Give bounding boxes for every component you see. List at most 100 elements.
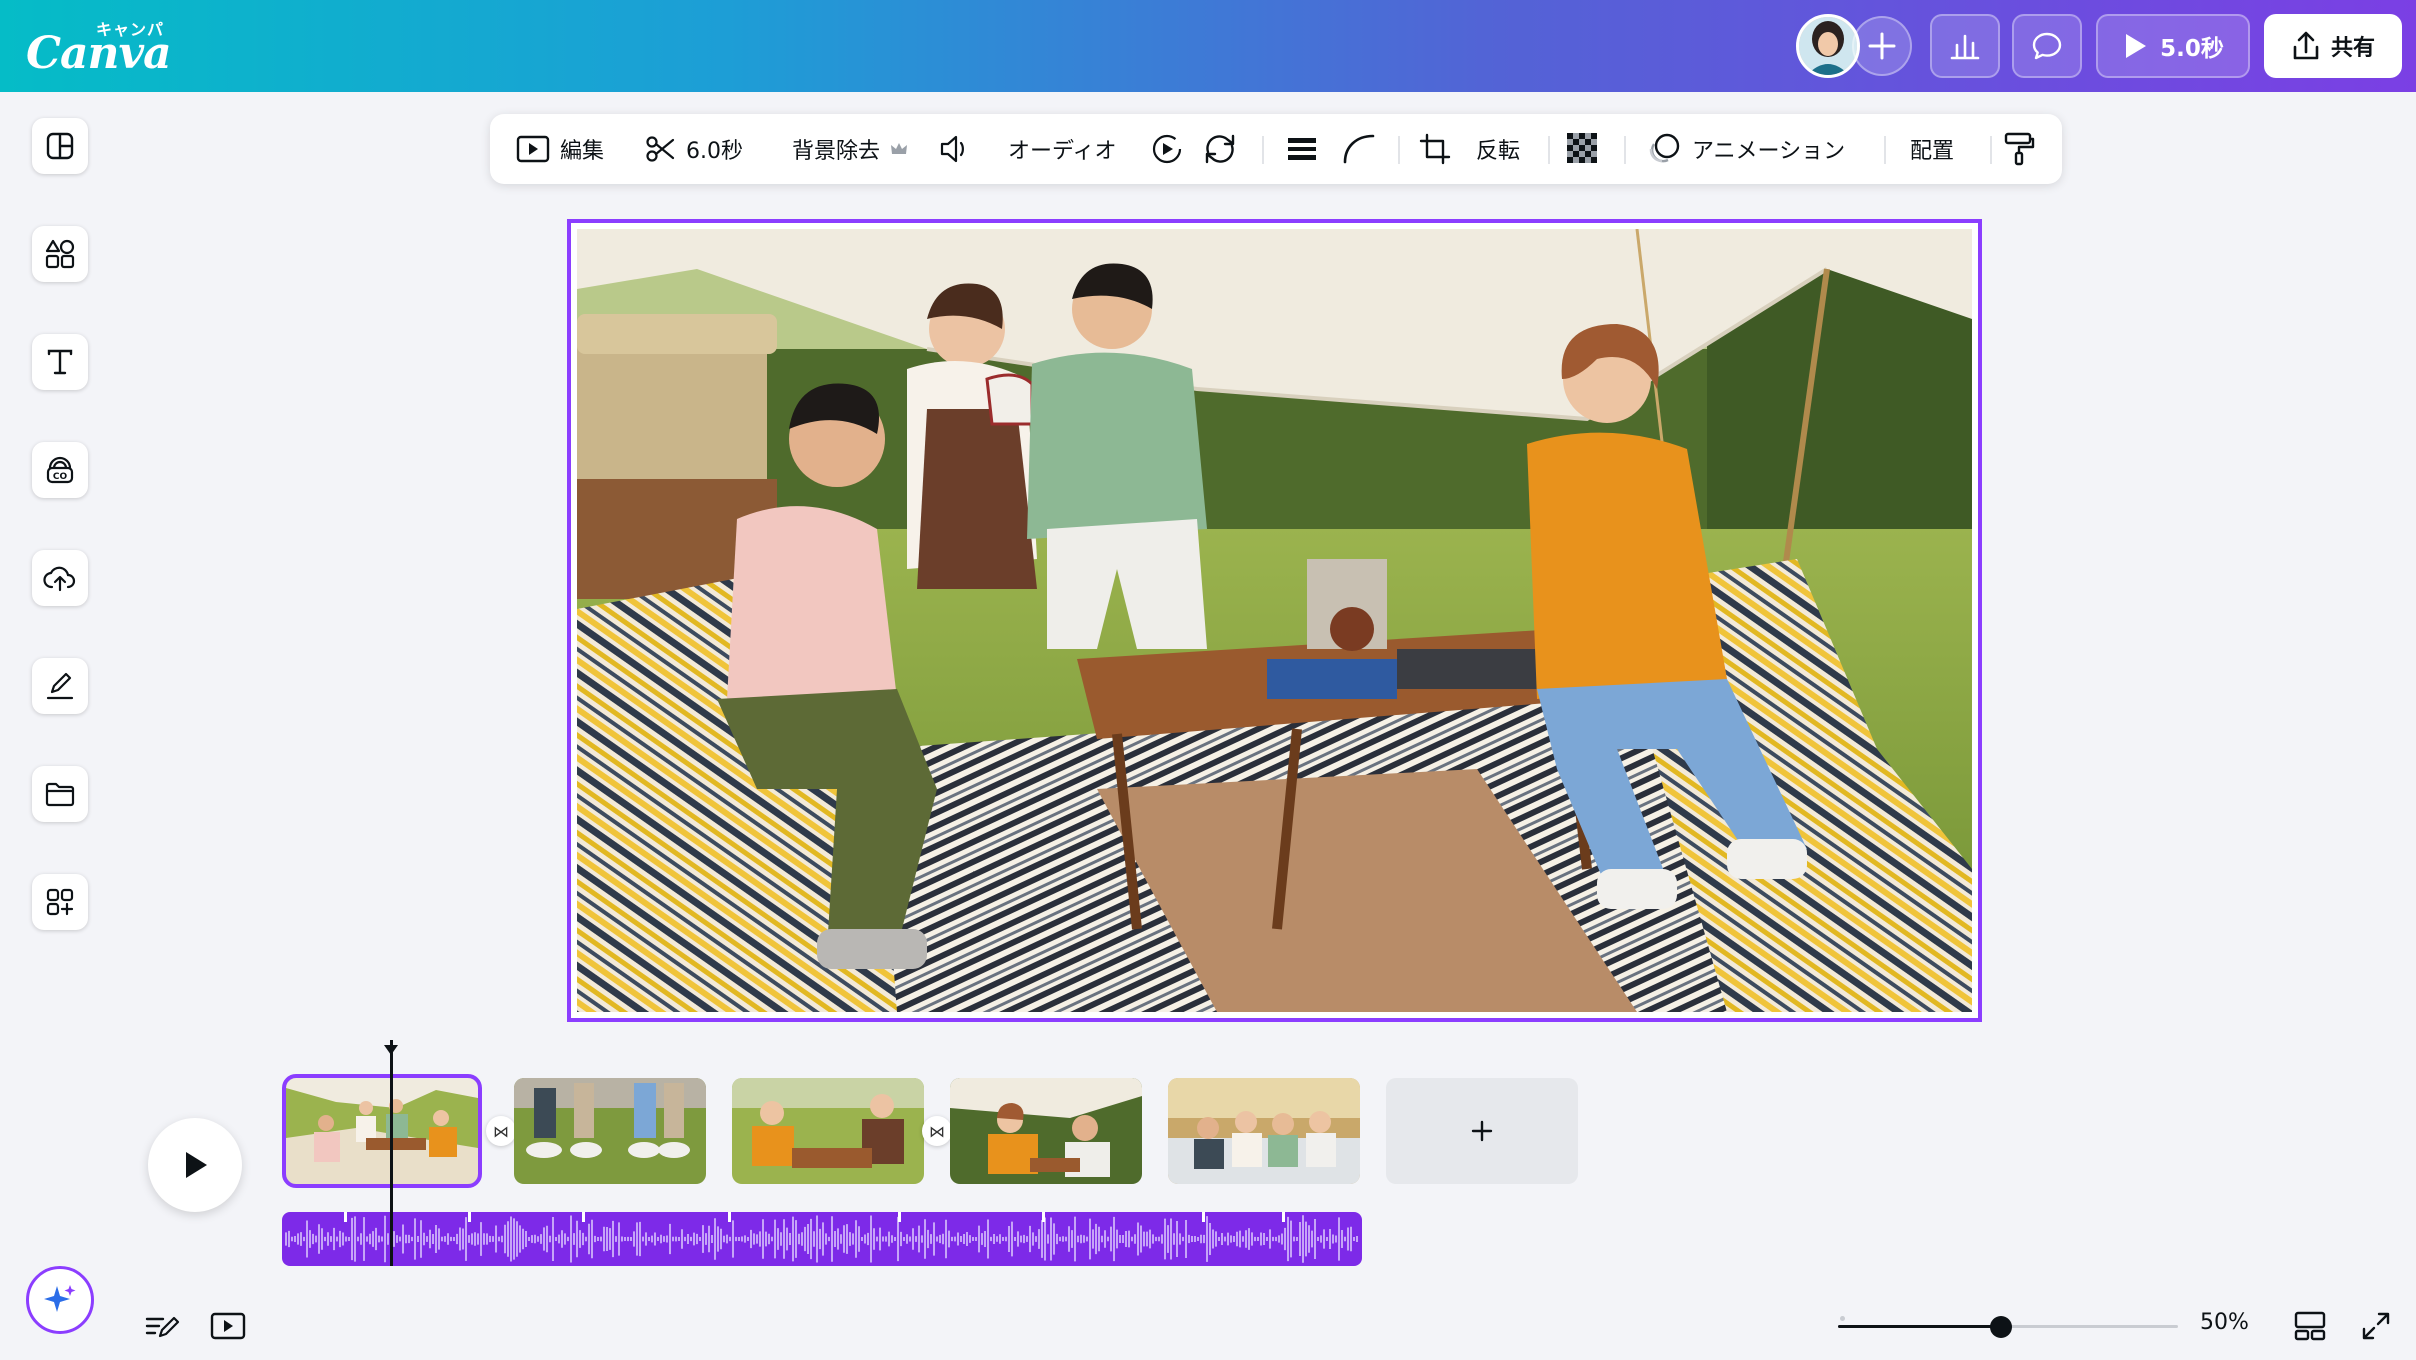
transition-button[interactable]: ⋈ <box>922 1116 952 1146</box>
animation-label: アニメーション <box>1692 139 1846 164</box>
volume-button[interactable] <box>938 114 972 184</box>
notes-pencil-icon <box>144 1311 180 1341</box>
play-duration: 5.0秒 <box>2160 36 2224 62</box>
crown-icon <box>890 141 908 157</box>
folder-icon <box>44 778 76 810</box>
grid-view-icon <box>2293 1310 2327 1342</box>
add-page-button[interactable] <box>1386 1078 1578 1184</box>
share-upload-icon <box>2291 30 2321 62</box>
share-label: 共有 <box>2330 36 2375 61</box>
loop-button[interactable] <box>1200 114 1240 184</box>
timeline-clip-3[interactable] <box>732 1078 924 1184</box>
bar-chart-icon <box>1949 31 1981 61</box>
timeline-clip-4[interactable] <box>950 1078 1142 1184</box>
video-play-icon <box>210 1311 246 1341</box>
zoom-slider-thumb[interactable] <box>1990 1316 2013 1338</box>
top-bar: Canva キャンパ 5.0秒 共有 <box>0 0 2416 92</box>
zoom-slider-min-dot <box>1840 1316 1845 1321</box>
animate-button[interactable]: アニメーション <box>1646 114 1845 184</box>
expand-icon <box>2360 1310 2392 1342</box>
toolbar-divider <box>1884 136 1886 164</box>
edit-video-button[interactable]: 編集 <box>516 114 604 184</box>
elements-icon <box>44 238 76 270</box>
crop-icon <box>1418 132 1452 166</box>
design-canvas-page[interactable] <box>567 219 1982 1022</box>
text-icon <box>44 346 76 378</box>
timeline-view-button[interactable] <box>208 1308 248 1344</box>
timeline-clip-2[interactable] <box>514 1078 706 1184</box>
position-button[interactable]: 配置 <box>1910 114 1954 184</box>
grid-view-button[interactable] <box>2290 1308 2330 1344</box>
scissors-icon <box>644 133 676 165</box>
loop-icon <box>1200 132 1240 166</box>
bowtie-transition-icon: ⋈ <box>493 1121 509 1141</box>
svg-text:CO: CO <box>53 472 68 482</box>
animation-circles-icon <box>1646 132 1682 166</box>
layout-icon <box>44 130 76 162</box>
rail-brand-button[interactable]: CO <box>32 442 88 498</box>
comment-button[interactable] <box>2012 14 2082 78</box>
play-icon <box>2122 32 2148 60</box>
timeline-clip-1[interactable] <box>282 1074 482 1188</box>
rail-layout-button[interactable] <box>32 118 88 174</box>
insights-button[interactable] <box>1930 14 2000 78</box>
corner-curve-icon <box>1342 133 1376 165</box>
position-label: 配置 <box>1910 139 1955 164</box>
trim-button[interactable]: 6.0秒 <box>644 114 743 184</box>
zoom-level[interactable]: 50% <box>2200 1310 2249 1335</box>
apps-grid-icon <box>44 886 76 918</box>
rail-projects-button[interactable] <box>32 766 88 822</box>
playback-button[interactable] <box>1150 114 1184 184</box>
flip-button[interactable]: 反転 <box>1476 114 1520 184</box>
toolbar-divider <box>1548 136 1550 164</box>
avatar[interactable] <box>1796 14 1860 78</box>
transparency-button[interactable] <box>1566 114 1600 184</box>
playhead-handle[interactable] <box>383 1044 399 1056</box>
rail-elements-button[interactable] <box>32 226 88 282</box>
camping-group-photo[interactable] <box>577 229 1972 1012</box>
speaker-icon <box>938 133 972 165</box>
comment-icon <box>2031 31 2063 61</box>
background-remover-button[interactable]: 背景除去 <box>792 114 908 184</box>
video-play-icon <box>516 134 550 164</box>
toolbar-divider <box>1624 136 1626 164</box>
timeline-play-button[interactable] <box>148 1118 242 1212</box>
transition-button[interactable]: ⋈ <box>486 1116 516 1146</box>
rail-uploads-button[interactable] <box>32 550 88 606</box>
border-style-button[interactable] <box>1286 114 1318 184</box>
playback-circle-icon <box>1150 132 1184 166</box>
duration-label: 6.0秒 <box>686 139 743 164</box>
sparkle-icon <box>40 1280 80 1320</box>
audio-button[interactable]: オーディオ <box>1008 114 1116 184</box>
playhead[interactable] <box>390 1040 393 1266</box>
cloud-upload-icon <box>43 562 77 594</box>
timeline-clip-5[interactable] <box>1168 1078 1360 1184</box>
magic-assistant-button[interactable] <box>26 1266 94 1334</box>
audio-label: オーディオ <box>1008 139 1117 164</box>
flip-label: 反転 <box>1476 139 1521 164</box>
fullscreen-button[interactable] <box>2356 1308 2396 1344</box>
toolbar-divider <box>1398 136 1400 164</box>
crop-button[interactable] <box>1418 114 1452 184</box>
edit-label: 編集 <box>560 139 605 164</box>
audio-track[interactable] <box>282 1212 1362 1266</box>
rail-apps-button[interactable] <box>32 874 88 930</box>
brand-icon: CO <box>44 454 76 486</box>
transparency-checker-icon <box>1566 132 1600 166</box>
add-collaborator-button[interactable] <box>1852 16 1912 76</box>
notes-button[interactable] <box>142 1308 182 1344</box>
paint-roller-icon <box>2002 131 2036 167</box>
present-play-button[interactable]: 5.0秒 <box>2096 14 2250 78</box>
rail-draw-button[interactable] <box>32 658 88 714</box>
copy-style-button[interactable] <box>2002 114 2036 184</box>
canva-logo[interactable]: Canva キャンパ <box>26 10 176 80</box>
share-button[interactable]: 共有 <box>2264 14 2402 78</box>
corner-rounding-button[interactable] <box>1342 114 1376 184</box>
zoom-slider-fill <box>1838 1325 2002 1328</box>
rail-text-button[interactable] <box>32 334 88 390</box>
bowtie-transition-icon: ⋈ <box>929 1121 945 1141</box>
audio-waveform <box>285 1212 1358 1263</box>
toolbar-divider <box>1990 136 1992 164</box>
bg-remove-label: 背景除去 <box>792 139 881 164</box>
plus-icon <box>1470 1119 1494 1143</box>
